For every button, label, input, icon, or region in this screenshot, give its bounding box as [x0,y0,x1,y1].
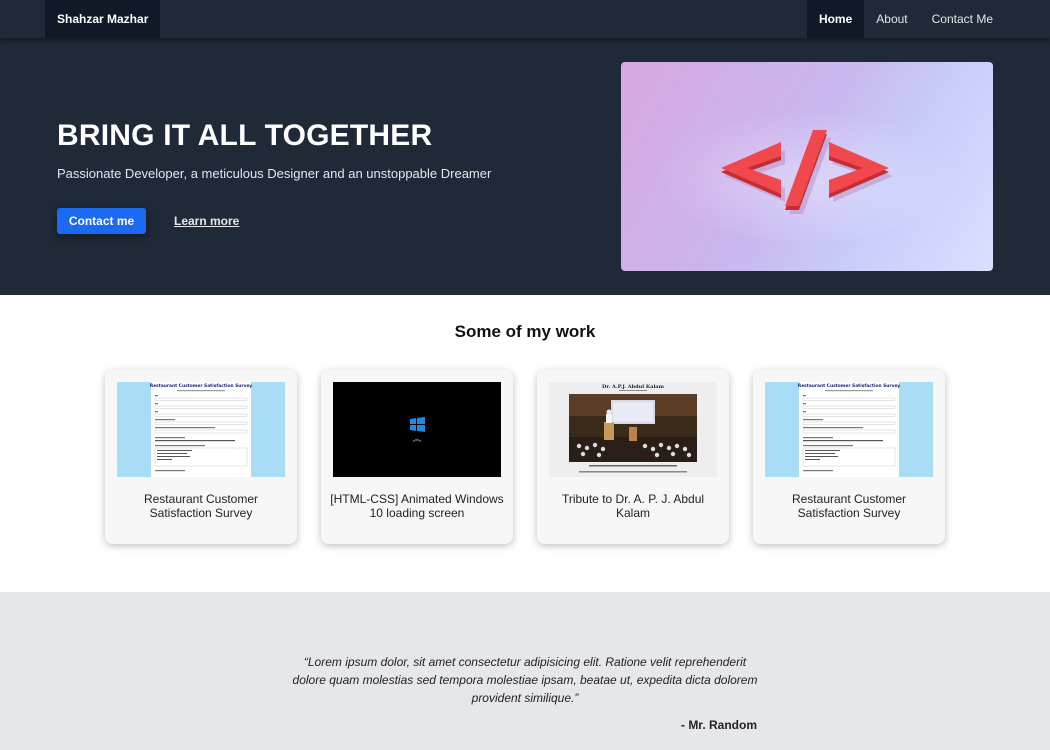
survey-thumbnail: Restaurant Customer Satisfaction Survey [117,382,285,477]
hero-title: BRING IT ALL TOGETHER [57,119,433,152]
code-brackets-icon [657,102,957,242]
survey-thumbnail-title: Restaurant Customer Satisfaction Survey [798,383,901,389]
work-card-survey-2[interactable]: Restaurant Customer Satisfaction Survey … [753,370,945,544]
tribute-thumbnail: Dr. A.P.J. Abdul Kalam [549,382,717,477]
testimonial-section: “Lorem ipsum dolor, sit amet consectetur… [0,592,1050,750]
nav-link-about[interactable]: About [864,0,919,38]
testimonial-author: - Mr. Random [680,718,757,732]
survey-thumbnail: Restaurant Customer Satisfaction Survey [765,382,933,477]
testimonial-quote: “Lorem ipsum dolor, sit amet consectetur… [292,655,758,705]
work-card-survey-1[interactable]: Restaurant Customer Satisfaction Survey … [105,370,297,544]
work-card-windows[interactable]: [HTML-CSS] Animated Windows 10 loading s… [321,370,513,544]
work-card-label: Tribute to Dr. A. P. J. Abdul Kalam [561,492,705,520]
survey-thumbnail-title: Restaurant Customer Satisfaction Survey [150,383,253,389]
work-section-title: Some of my work [454,322,596,341]
work-card-tribute[interactable]: Dr. A.P.J. Abdul Kalam Tribute to Dr. A.… [537,370,729,544]
nav-link-home[interactable]: Home [806,0,865,38]
hero-image [621,62,993,271]
nav-link-contact[interactable]: Contact Me [920,0,1005,38]
work-card-label: Restaurant Customer Satisfaction Survey [143,492,259,520]
tribute-thumbnail-title: Dr. A.P.J. Abdul Kalam [602,384,665,390]
nav-links: Home About Contact Me [806,0,1005,38]
work-card-label: [HTML-CSS] Animated Windows 10 loading s… [330,492,504,520]
navbar: Shahzar Mazhar Home About Contact Me [0,0,1050,38]
hero-section: BRING IT ALL TOGETHER Passionate Develop… [0,38,1050,295]
work-card-label: Restaurant Customer Satisfaction Survey [791,492,907,520]
windows-loading-thumbnail [333,382,501,477]
brand-link[interactable]: Shahzar Mazhar [45,0,161,38]
hero-subtitle: Passionate Developer, a meticulous Desig… [57,166,492,181]
learn-more-link[interactable]: Learn more [174,208,239,234]
contact-me-button[interactable]: Contact me [57,208,146,234]
